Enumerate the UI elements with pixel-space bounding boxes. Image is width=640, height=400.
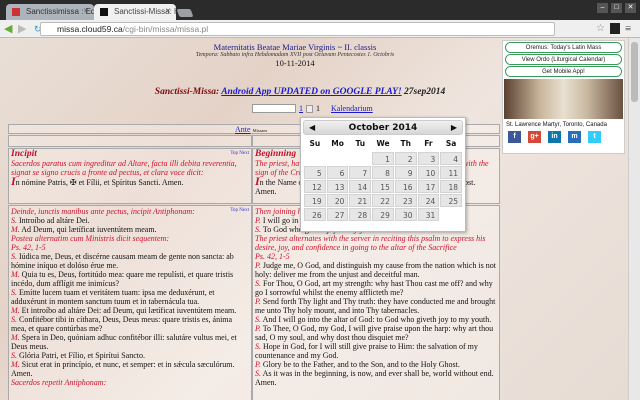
scrollbar[interactable] [628, 38, 640, 400]
calendar-day[interactable]: 16 [394, 180, 417, 193]
date: 10-11-2014 [275, 58, 315, 68]
weekday-header: Su [309, 139, 321, 148]
back-icon[interactable]: ◀ [4, 23, 12, 35]
tab-sanctissimissa-edit[interactable]: Sanctissimissa : Ed ✕ [6, 4, 94, 20]
favicon-icon [12, 8, 20, 16]
calendar-day[interactable]: 24 [417, 194, 440, 207]
weekday-header: Tu [355, 139, 366, 148]
weekday-header: Fr [424, 139, 433, 148]
maximize-button[interactable]: □ [611, 3, 622, 13]
close-tab-icon[interactable]: ✕ [83, 7, 89, 15]
address-bar[interactable]: missa.cloud59.ca/cgi-bin/missa/missa.pl [40, 22, 555, 36]
get-mobile-app-button[interactable]: Get Mobile App! [505, 66, 622, 77]
bookmark-star-icon[interactable]: ☆ [596, 23, 605, 35]
calendar-day[interactable]: 25 [440, 194, 462, 207]
page-content: Maternitatis Beatae Mariae Virginis ~ II… [0, 38, 628, 400]
mass-header: Maternitatis Beatae Mariae Virginis ~ II… [150, 42, 440, 68]
promo-banner: Sanctissi-Missa: Android App UPDATED on … [154, 87, 446, 97]
next-month-icon[interactable]: ▶ [451, 121, 457, 135]
calendar-day[interactable]: 27 [326, 208, 349, 221]
top-next-link[interactable]: Top Next [230, 149, 249, 158]
google-plus-icon[interactable]: g+ [528, 131, 541, 143]
calendar-day[interactable]: 5 [304, 166, 326, 179]
favicon-icon [100, 8, 108, 16]
calendar-day[interactable]: 30 [394, 208, 417, 221]
calendar-popup: ◀ October 2014 ▶ Su Mo Tu We Th Fr Sa 1 2 3 4 5 6 7 8 9 10… [300, 117, 466, 232]
calendar-day[interactable]: 26 [304, 208, 326, 221]
calendar-day[interactable]: 14 [349, 180, 372, 193]
calendar-day[interactable]: 21 [349, 194, 372, 207]
date-controls: 11 Kalendarium [252, 104, 373, 113]
calendar-day[interactable]: 3 [417, 152, 440, 165]
checkbox[interactable] [306, 104, 313, 113]
calendar-day[interactable]: 18 [440, 180, 462, 193]
psalm-english: Then joining his hands, he begins the An… [252, 205, 500, 400]
calendar-title: October 2014 [348, 123, 418, 133]
forward-icon[interactable]: ▶ [18, 23, 26, 35]
twitter-icon[interactable]: t [588, 131, 601, 143]
calendar-day[interactable]: 2 [394, 152, 417, 165]
calendar-day[interactable]: 7 [349, 166, 372, 179]
calendar-day[interactable]: 11 [440, 166, 462, 179]
empty-day [304, 152, 326, 165]
calendar-day[interactable]: 8 [372, 166, 394, 179]
date-input[interactable] [252, 104, 296, 113]
browser-toolbar: ◀ ▶ ↻ missa.cloud59.ca/cgi-bin/missa/mis… [0, 20, 640, 38]
calendar-day[interactable]: 9 [394, 166, 417, 179]
calendar-day[interactable]: 22 [372, 194, 394, 207]
calendar-day[interactable]: 19 [304, 194, 326, 207]
myspace-icon[interactable]: m [568, 131, 581, 143]
photo-caption: St. Lawrence Martyr, Toronto, Canada [506, 122, 607, 128]
close-window-button[interactable]: ✕ [625, 3, 636, 13]
calendar-day[interactable]: 15 [372, 180, 394, 193]
empty-day [349, 152, 371, 165]
calendar-day[interactable]: 23 [394, 194, 417, 207]
view-ordo-button[interactable]: View Ordo (Liturgical Calendar) [505, 54, 622, 65]
calendar-day[interactable]: 4 [440, 152, 462, 165]
minimize-button[interactable]: – [597, 3, 608, 13]
calendar-day[interactable]: 10 [417, 166, 440, 179]
calendar-day[interactable]: 13 [326, 180, 349, 193]
menu-icon[interactable]: ≡ [625, 23, 631, 35]
calendar-day[interactable]: 28 [349, 208, 372, 221]
calendar-day[interactable]: 12 [304, 180, 326, 193]
weekday-header: We [376, 139, 390, 148]
feast-title: Maternitatis Beatae Mariae Virginis ~ II… [213, 42, 377, 52]
calendar-day[interactable]: 17 [417, 180, 440, 193]
incipit-latin: Top Next Incipit Sacerdos paratus cum in… [8, 148, 252, 204]
linkedin-icon[interactable]: in [548, 131, 561, 143]
calendar-day[interactable]: 29 [372, 208, 394, 221]
calendar-day[interactable]: 20 [326, 194, 349, 207]
ante-link[interactable]: Ante [235, 125, 251, 134]
scrollbar-thumb[interactable] [631, 42, 638, 102]
top-next-link[interactable]: Top Next [230, 206, 249, 215]
weekday-header: Th [400, 139, 411, 148]
calendar-day[interactable]: 31 [417, 208, 440, 221]
empty-day [327, 152, 349, 165]
oremus-button[interactable]: Oremus: Today's Latin Mass [505, 42, 622, 53]
facebook-icon[interactable]: f [508, 131, 521, 143]
church-photo [504, 79, 623, 119]
android-app-link[interactable]: Android App UPDATED on GOOGLE PLAY! [221, 87, 401, 97]
weekday-header: Sa [445, 139, 457, 148]
weekday-header: Mo [331, 139, 344, 148]
tab-strip: Sanctissimissa : Ed✕ Sanctissi-Missa: He… [0, 0, 640, 20]
psalm-latin: Top Next Deinde, iunctis manibus ante pe… [8, 205, 252, 400]
new-tab-button[interactable] [176, 9, 194, 17]
extension-icon[interactable] [610, 23, 620, 34]
prev-month-icon[interactable]: ◀ [309, 121, 315, 135]
calendar-day[interactable]: 1 [372, 152, 394, 165]
kalendarium-link[interactable]: Kalendarium [331, 104, 373, 113]
empty-cell [8, 135, 252, 147]
tab-sanctissi-missa[interactable]: Sanctissi-Missa: Hel✕ [94, 4, 176, 20]
calendar-grid: Su Mo Tu We Th Fr Sa 1 2 3 4 5 6 7 8 9 10 11 12 13 14 15 16 17 1… [301, 137, 465, 221]
link-1[interactable]: 1 [299, 104, 303, 113]
close-tab-icon[interactable]: ✕ [165, 7, 171, 15]
calendar-day[interactable]: 6 [326, 166, 349, 179]
sidebar-panel: Oremus: Today's Latin Mass View Ordo (Li… [502, 40, 625, 154]
